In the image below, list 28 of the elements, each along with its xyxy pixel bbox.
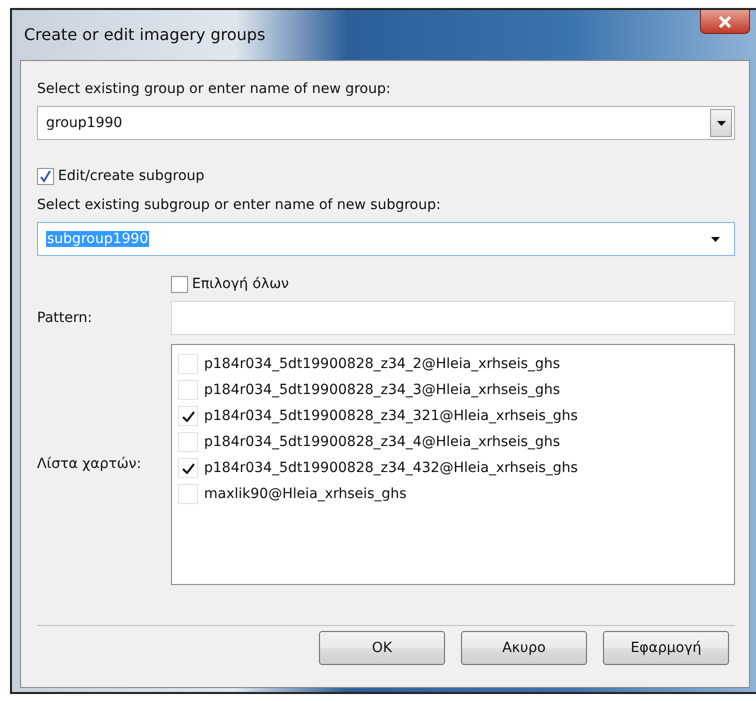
checkbox-label: Επιλογή όλων: [192, 275, 289, 294]
field-label: Select existing subgroup or enter name of new subgroup:: [37, 196, 442, 215]
checkmark-icon: [182, 410, 194, 422]
checkmark-icon: [39, 170, 52, 183]
checkbox[interactable]: [37, 168, 54, 185]
list-item[interactable]: p184r034_5dt19900828_z34_4@Hleia_xrhseis_ghs: [204, 432, 560, 452]
list-item[interactable]: maxlik90@Hleia_xrhseis_ghs: [204, 484, 407, 504]
dialog-button[interactable]: Εφαρμογή: [603, 631, 729, 665]
checkbox[interactable]: [171, 276, 188, 293]
group-combo[interactable]: group1990: [37, 106, 735, 140]
checkmark-icon: [182, 462, 194, 474]
caret-icon: [716, 120, 726, 126]
dialog-button[interactable]: OK: [319, 631, 445, 665]
list-item[interactable]: p184r034_5dt19900828_z34_432@Hleia_xrhseis_ghs: [204, 458, 578, 478]
list-item[interactable]: p184r034_5dt19900828_z34_2@Hleia_xrhseis_ghs: [204, 354, 560, 374]
caret-icon: [711, 236, 720, 242]
list-item[interactable]: p184r034_5dt19900828_z34_321@Hleia_xrhseis_ghs: [204, 406, 578, 426]
close-button[interactable]: [700, 10, 750, 34]
list-item[interactable]: p184r034_5dt19900828_z34_3@Hleia_xrhseis_ghs: [204, 380, 560, 400]
window-title: Create or edit imagery groups: [24, 24, 266, 46]
field-label: Λίστα χαρτών:: [37, 455, 142, 474]
dialog-button[interactable]: Ακυρο: [461, 631, 587, 665]
checkbox-label: Edit/create subgroup: [58, 167, 204, 186]
field-label: Select existing group or enter name of new group:: [37, 80, 392, 99]
field-label: Pattern:: [37, 308, 94, 328]
pattern-field[interactable]: [171, 301, 735, 335]
dropdown-button[interactable]: [710, 109, 732, 137]
close-icon: [718, 16, 732, 28]
